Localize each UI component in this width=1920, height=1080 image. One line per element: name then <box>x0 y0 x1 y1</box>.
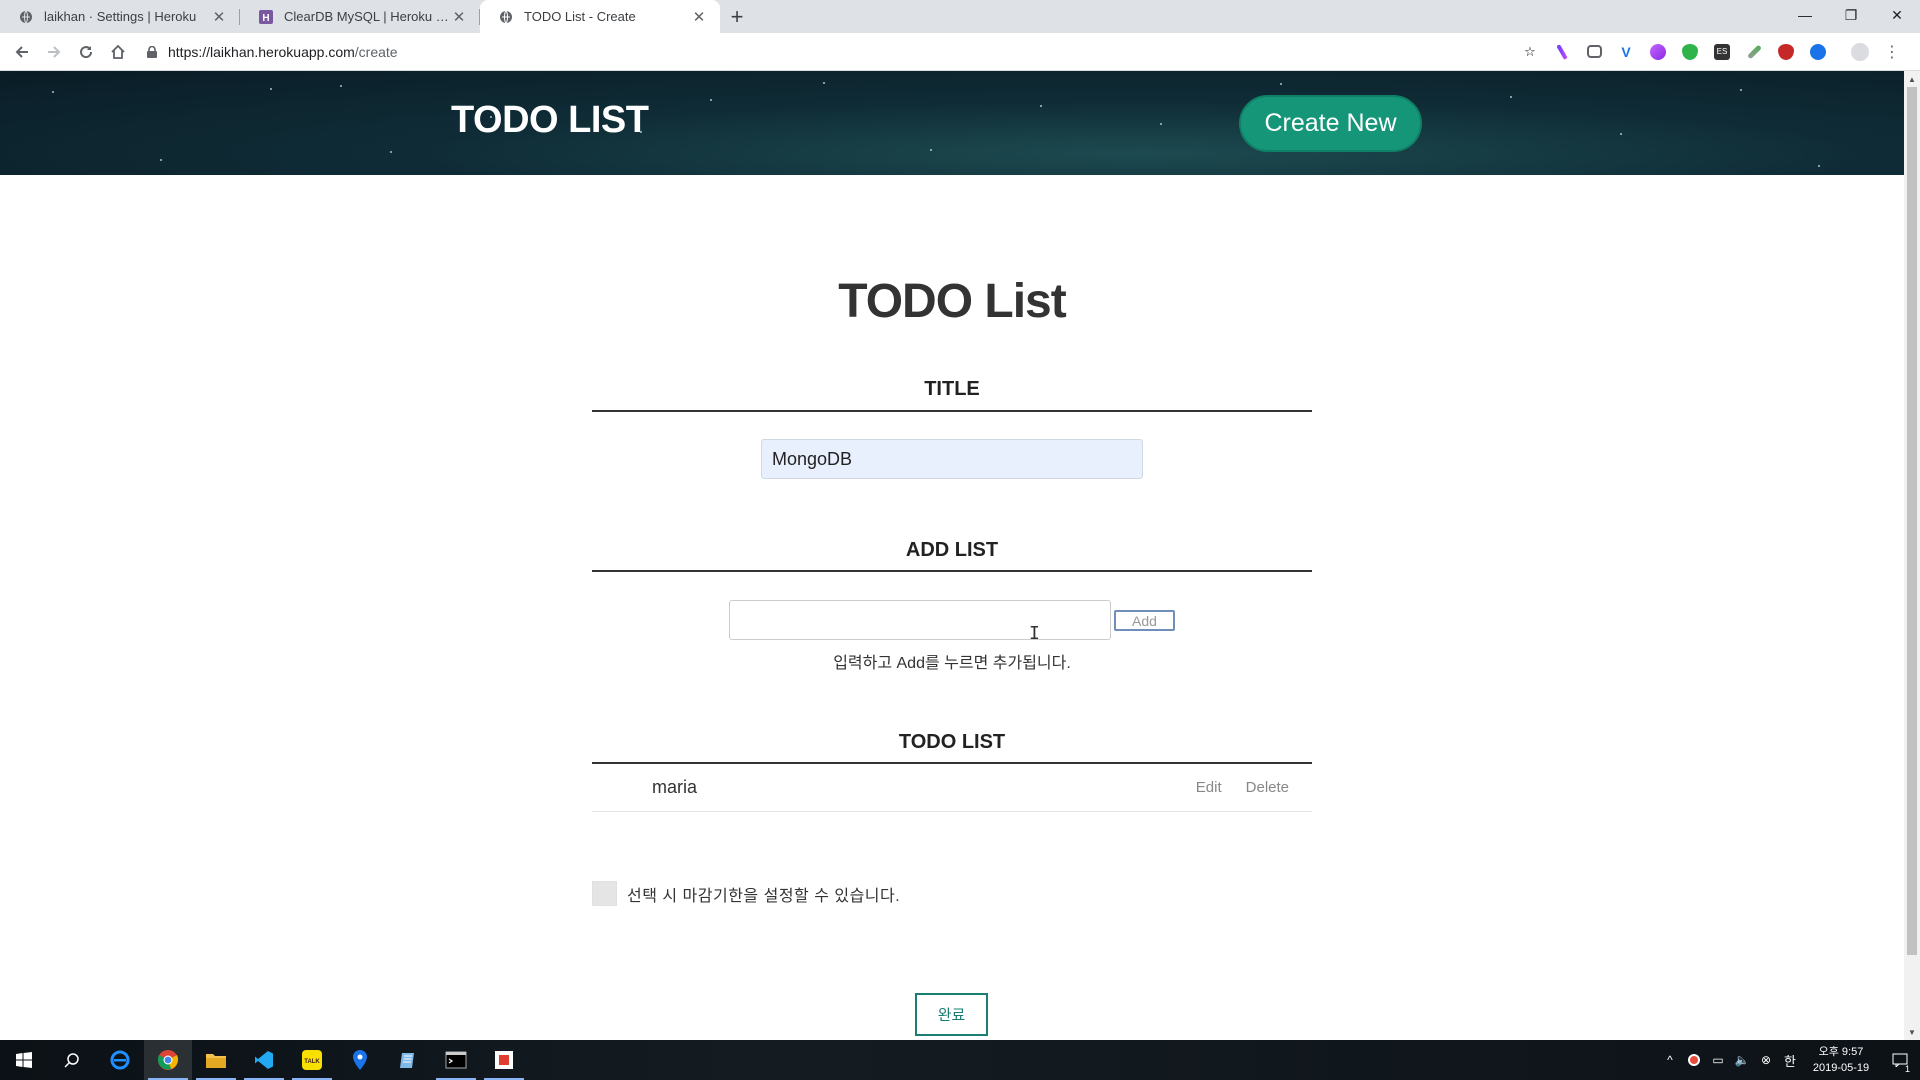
globe-icon <box>498 9 514 25</box>
page-viewport: TODO LIST Create New TODO List TITLE Mon… <box>0 71 1904 1040</box>
vimeo-icon[interactable]: V <box>1610 38 1642 66</box>
extensions-bar: ☆ V ES ⋮ <box>1514 38 1908 66</box>
scroll-down-icon[interactable]: ▼ <box>1904 1024 1920 1040</box>
menu-kebab-icon[interactable]: ⋮ <box>1876 38 1908 66</box>
page-title: TODO List <box>838 275 1066 328</box>
edit-button[interactable]: Edit <box>1196 779 1222 796</box>
ublock-icon[interactable] <box>1770 38 1802 66</box>
chrome-icon[interactable] <box>144 1040 192 1080</box>
svg-text:TALK: TALK <box>304 1059 320 1065</box>
address-bar[interactable]: https://laikhan.herokuapp.com/create <box>140 36 1514 68</box>
es-icon[interactable]: ES <box>1706 38 1738 66</box>
tab-title: laikhan · Settings | Heroku <box>44 9 197 24</box>
heroku-h-icon: H <box>258 9 274 25</box>
eyedropper-icon[interactable] <box>1738 38 1770 66</box>
paint-icon[interactable] <box>1642 38 1674 66</box>
delete-button[interactable]: Delete <box>1246 779 1289 796</box>
divider <box>592 410 1312 412</box>
create-new-button[interactable]: Create New <box>1239 95 1422 152</box>
maps-icon[interactable] <box>336 1040 384 1080</box>
close-icon[interactable]: ✕ <box>690 8 708 26</box>
office-icon[interactable] <box>480 1040 528 1080</box>
windows-start-icon[interactable] <box>0 1040 48 1080</box>
vscode-icon[interactable] <box>240 1040 288 1080</box>
terminal-icon[interactable] <box>432 1040 480 1080</box>
deadline-checkbox[interactable] <box>592 881 617 906</box>
todo-list-item: maria Edit Delete <box>592 764 1312 812</box>
ime-icon[interactable]: 한 <box>1778 1040 1802 1080</box>
file-explorer-icon[interactable] <box>192 1040 240 1080</box>
deadline-option: 선택 시 마감기한을 설정할 수 있습니다. <box>592 881 900 906</box>
scrollbar-thumb[interactable] <box>1907 87 1917 955</box>
back-icon[interactable] <box>6 36 38 68</box>
browser-toolbar: https://laikhan.herokuapp.com/create ☆ V… <box>0 33 1920 71</box>
url-path: /create <box>354 43 398 60</box>
clock-time: 오후 9:57 <box>1818 1046 1864 1058</box>
add-list-section-label: ADD LIST <box>905 539 999 561</box>
close-icon[interactable]: ✕ <box>450 8 468 26</box>
url-host: https://laikhan.herokuapp.com <box>168 43 355 60</box>
notification-icon[interactable]: 1 <box>1880 1040 1920 1080</box>
shield-icon[interactable] <box>1674 38 1706 66</box>
add-button[interactable]: Add <box>1114 610 1175 631</box>
done-button[interactable]: 완료 <box>915 993 988 1036</box>
brand-title[interactable]: TODO LIST <box>451 99 649 142</box>
bookmark-star-icon[interactable]: ☆ <box>1514 38 1546 66</box>
heroku-globe-icon <box>18 9 34 25</box>
scroll-up-icon[interactable]: ▲ <box>1904 71 1920 87</box>
text-cursor-icon: I <box>1029 623 1040 644</box>
title-input[interactable]: MongoDB <box>761 439 1143 479</box>
window-controls: — ❐ ✕ <box>1782 0 1920 30</box>
todo-item-text: maria <box>652 777 698 797</box>
close-window-icon[interactable]: ✕ <box>1874 0 1920 30</box>
tab-title: ClearDB MySQL | Heroku Dev C <box>284 9 450 24</box>
network-icon[interactable]: ▭ <box>1706 1040 1730 1080</box>
svg-text:H: H <box>262 13 269 24</box>
lock-icon <box>140 45 164 58</box>
tab-cleardb[interactable]: H ClearDB MySQL | Heroku Dev C ✕ <box>240 0 480 33</box>
clock-date: 2019-05-19 <box>1812 1062 1870 1074</box>
deadline-checkbox-label[interactable]: 선택 시 마감기한을 설정할 수 있습니다. <box>627 882 900 906</box>
page-scrollbar[interactable]: ▲ ▼ <box>1904 71 1920 1040</box>
browser-tab-strip: laikhan · Settings | Heroku ✕ H ClearDB … <box>0 0 1920 33</box>
header-banner: TODO LIST Create New <box>0 71 1904 175</box>
tab-heroku-settings[interactable]: laikhan · Settings | Heroku ✕ <box>0 0 240 33</box>
profile-avatar-icon[interactable] <box>1844 38 1876 66</box>
todo-list-section-label: TODO LIST <box>898 731 1006 753</box>
divider <box>592 570 1312 572</box>
add-item-input[interactable] <box>729 600 1111 640</box>
close-icon[interactable]: ✕ <box>210 8 228 26</box>
system-tray: ^ ▭ 🔈 ⊗ 한 오후 9:57 2019-05-19 1 <box>1658 1040 1920 1080</box>
search-icon[interactable] <box>48 1040 96 1080</box>
pocket-icon[interactable] <box>1578 38 1610 66</box>
pen-icon[interactable] <box>1546 38 1578 66</box>
add-hint-text: 입력하고 Add를 누르면 추가됩니다. <box>833 655 1071 672</box>
translate-icon[interactable] <box>1802 38 1834 66</box>
reload-icon[interactable] <box>70 36 102 68</box>
ie-icon[interactable] <box>96 1040 144 1080</box>
minimize-icon[interactable]: — <box>1782 0 1828 30</box>
tab-title: TODO List - Create <box>524 9 636 24</box>
notification-count: 1 <box>1904 1064 1910 1074</box>
forward-icon[interactable] <box>38 36 70 68</box>
chevron-up-icon[interactable]: ^ <box>1658 1040 1682 1080</box>
notepad-icon[interactable] <box>384 1040 432 1080</box>
windows-taskbar: TALK ^ ▭ 🔈 ⊗ 한 오후 9:57 2019-05-19 1 <box>0 1040 1920 1080</box>
taskbar-clock[interactable]: 오후 9:57 2019-05-19 <box>1802 1044 1880 1076</box>
disconnect-icon[interactable]: ⊗ <box>1754 1040 1778 1080</box>
volume-icon[interactable]: 🔈 <box>1730 1040 1754 1080</box>
tab-todo-create[interactable]: TODO List - Create ✕ <box>480 0 720 33</box>
kakaotalk-icon[interactable]: TALK <box>288 1040 336 1080</box>
title-section-label: TITLE <box>924 378 980 400</box>
record-icon[interactable] <box>1682 1040 1706 1080</box>
home-icon[interactable] <box>102 36 134 68</box>
restore-icon[interactable]: ❐ <box>1828 0 1874 30</box>
new-tab-button[interactable]: + <box>720 0 754 33</box>
